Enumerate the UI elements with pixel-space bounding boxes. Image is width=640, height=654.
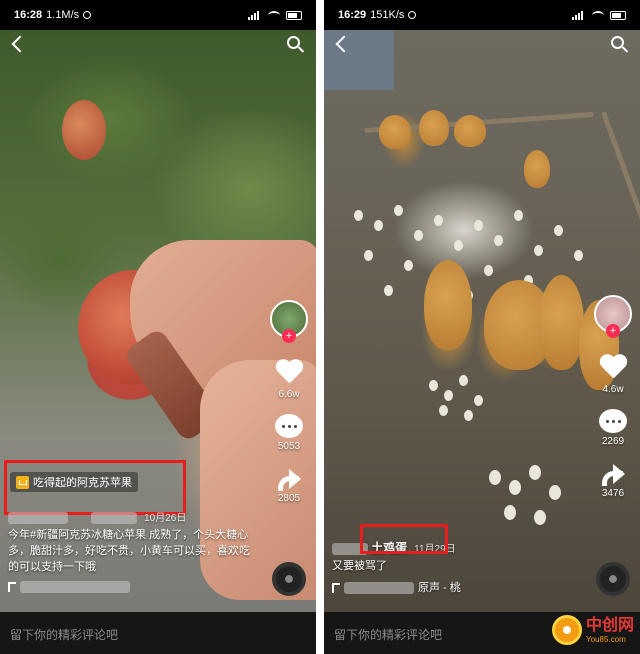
status-bar: 16:29 151K/s: [324, 0, 640, 30]
caption-text: 又要被骂了: [332, 560, 387, 572]
comment-count: 5053: [277, 441, 301, 452]
like-count: 4.6w: [602, 384, 624, 395]
watermark-subtitle: You85.com: [586, 634, 626, 644]
music-note-icon: [332, 583, 340, 593]
wifi-icon: [592, 10, 604, 20]
music-note-icon: [8, 582, 16, 592]
comment-placeholder: 留下你的精彩评论吧: [334, 628, 443, 642]
heart-icon: [275, 360, 303, 386]
back-icon[interactable]: [335, 35, 353, 53]
blurred-music-title: [344, 582, 414, 594]
follow-plus-icon[interactable]: +: [282, 329, 296, 343]
network-speed: 1.1M/s: [46, 9, 80, 21]
search-icon[interactable]: [287, 36, 300, 49]
highlight-box-title: [360, 524, 448, 554]
top-nav: [324, 30, 640, 62]
music-disc-button[interactable]: [272, 562, 306, 596]
share-button[interactable]: 2805: [275, 466, 303, 504]
egg-field-image: [484, 460, 584, 540]
side-action-rail: + 4.6w 2269 3476: [592, 295, 634, 499]
highlight-box-product: [4, 460, 186, 515]
comment-icon: [599, 409, 627, 433]
comment-button[interactable]: 5053: [275, 414, 303, 452]
side-action-rail: + 6.6w 5053 2805: [268, 300, 310, 504]
phone-screenshot-left: 16:28 1.1M/s + 6.6w 5053 2805 吃得起的阿克苏苹果 …: [0, 0, 316, 654]
heart-icon: [599, 355, 627, 381]
battery-icon: [610, 10, 626, 20]
caption-text: 今年#新疆阿克苏冰糖心苹果 成熟了，个头大糖心多，脆甜汁多，好吃不贵，小黄车可以…: [8, 529, 250, 573]
status-bar: 16:28 1.1M/s: [0, 0, 316, 30]
share-icon: [275, 466, 303, 491]
author-avatar[interactable]: +: [270, 300, 308, 343]
alarm-icon: [83, 11, 92, 19]
comment-button[interactable]: 2269: [599, 409, 627, 447]
post-date: 10月26日: [144, 513, 187, 524]
music-disc-icon: [596, 562, 630, 596]
egg-field-image: [424, 370, 524, 421]
watermark-logo-icon: [552, 615, 582, 645]
music-title: 原声 - 桃: [418, 582, 461, 594]
battery-icon: [286, 10, 302, 20]
share-button[interactable]: 3476: [599, 461, 627, 499]
network-speed: 151K/s: [370, 9, 405, 21]
follow-plus-icon[interactable]: +: [606, 324, 620, 338]
wifi-icon: [268, 10, 280, 20]
signal-icon: [248, 10, 262, 20]
hen-image: [419, 110, 449, 146]
hen-image: [454, 115, 486, 147]
comment-placeholder: 留下你的精彩评论吧: [10, 628, 119, 642]
music-row[interactable]: 原声 - 桃: [332, 580, 578, 596]
phone-screenshot-right: 16:29 151K/s + 4.6w 2269 3476 土鸡蛋 11月29日…: [324, 0, 640, 654]
comment-count: 2269: [601, 436, 625, 447]
site-watermark: 中创网 You85.com: [552, 610, 638, 650]
blurred-username: [91, 512, 138, 525]
back-icon[interactable]: [11, 35, 29, 53]
video-caption: 10月26日 今年#新疆阿克苏冰糖心苹果 成熟了，个头大糖心多，脆甜汁多，好吃不…: [8, 510, 254, 593]
share-count: 3476: [601, 488, 625, 499]
music-disc-button[interactable]: [596, 562, 630, 596]
alarm-icon: [408, 11, 417, 19]
music-row[interactable]: [8, 581, 254, 593]
share-count: 2805: [277, 493, 301, 504]
hen-image: [424, 260, 472, 350]
apple-image: [62, 100, 106, 160]
like-count: 6.6w: [278, 389, 300, 400]
signal-icon: [572, 10, 586, 20]
blurred-username: [8, 512, 68, 525]
like-button[interactable]: 4.6w: [599, 355, 627, 395]
top-nav: [0, 30, 316, 62]
comment-input-bar[interactable]: 留下你的精彩评论吧: [0, 612, 316, 654]
watermark-title: 中创网: [586, 616, 635, 634]
hen-image: [539, 275, 584, 370]
hen-image: [379, 115, 411, 149]
author-avatar[interactable]: +: [594, 295, 632, 338]
comment-icon: [275, 414, 303, 438]
share-icon: [599, 461, 627, 486]
like-button[interactable]: 6.6w: [275, 360, 303, 400]
hen-image: [524, 150, 550, 188]
status-time: 16:29: [338, 9, 367, 21]
blurred-music-title: [20, 581, 130, 593]
music-disc-icon: [272, 562, 306, 596]
search-icon[interactable]: [611, 36, 624, 49]
status-time: 16:28: [14, 9, 43, 21]
